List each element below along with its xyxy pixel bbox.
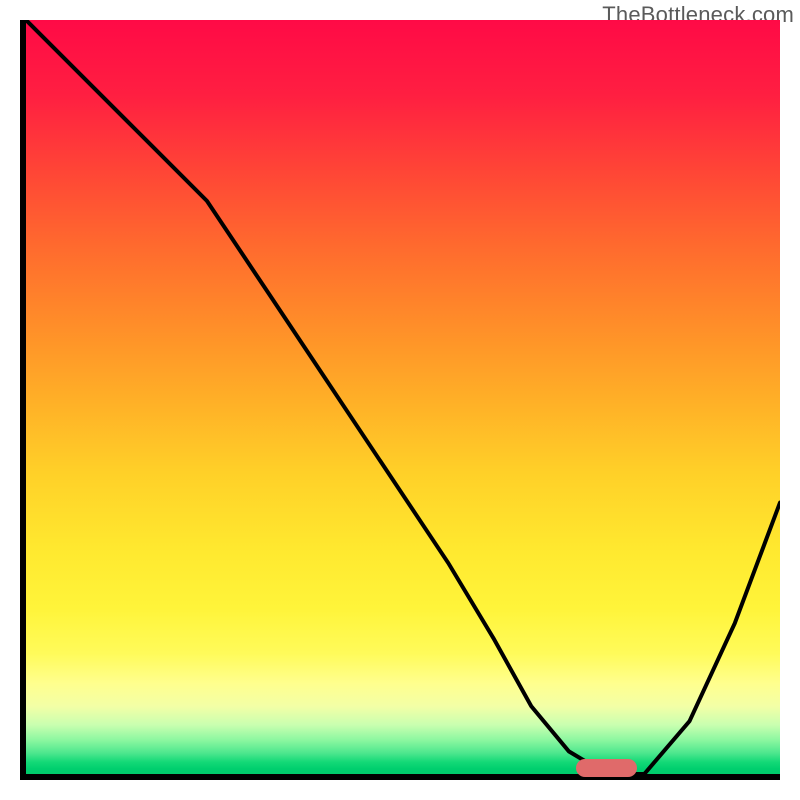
bottleneck-curve-path xyxy=(26,20,780,774)
bottleneck-curve xyxy=(26,20,780,774)
optimal-range-marker xyxy=(576,759,636,777)
chart-frame xyxy=(20,20,780,780)
